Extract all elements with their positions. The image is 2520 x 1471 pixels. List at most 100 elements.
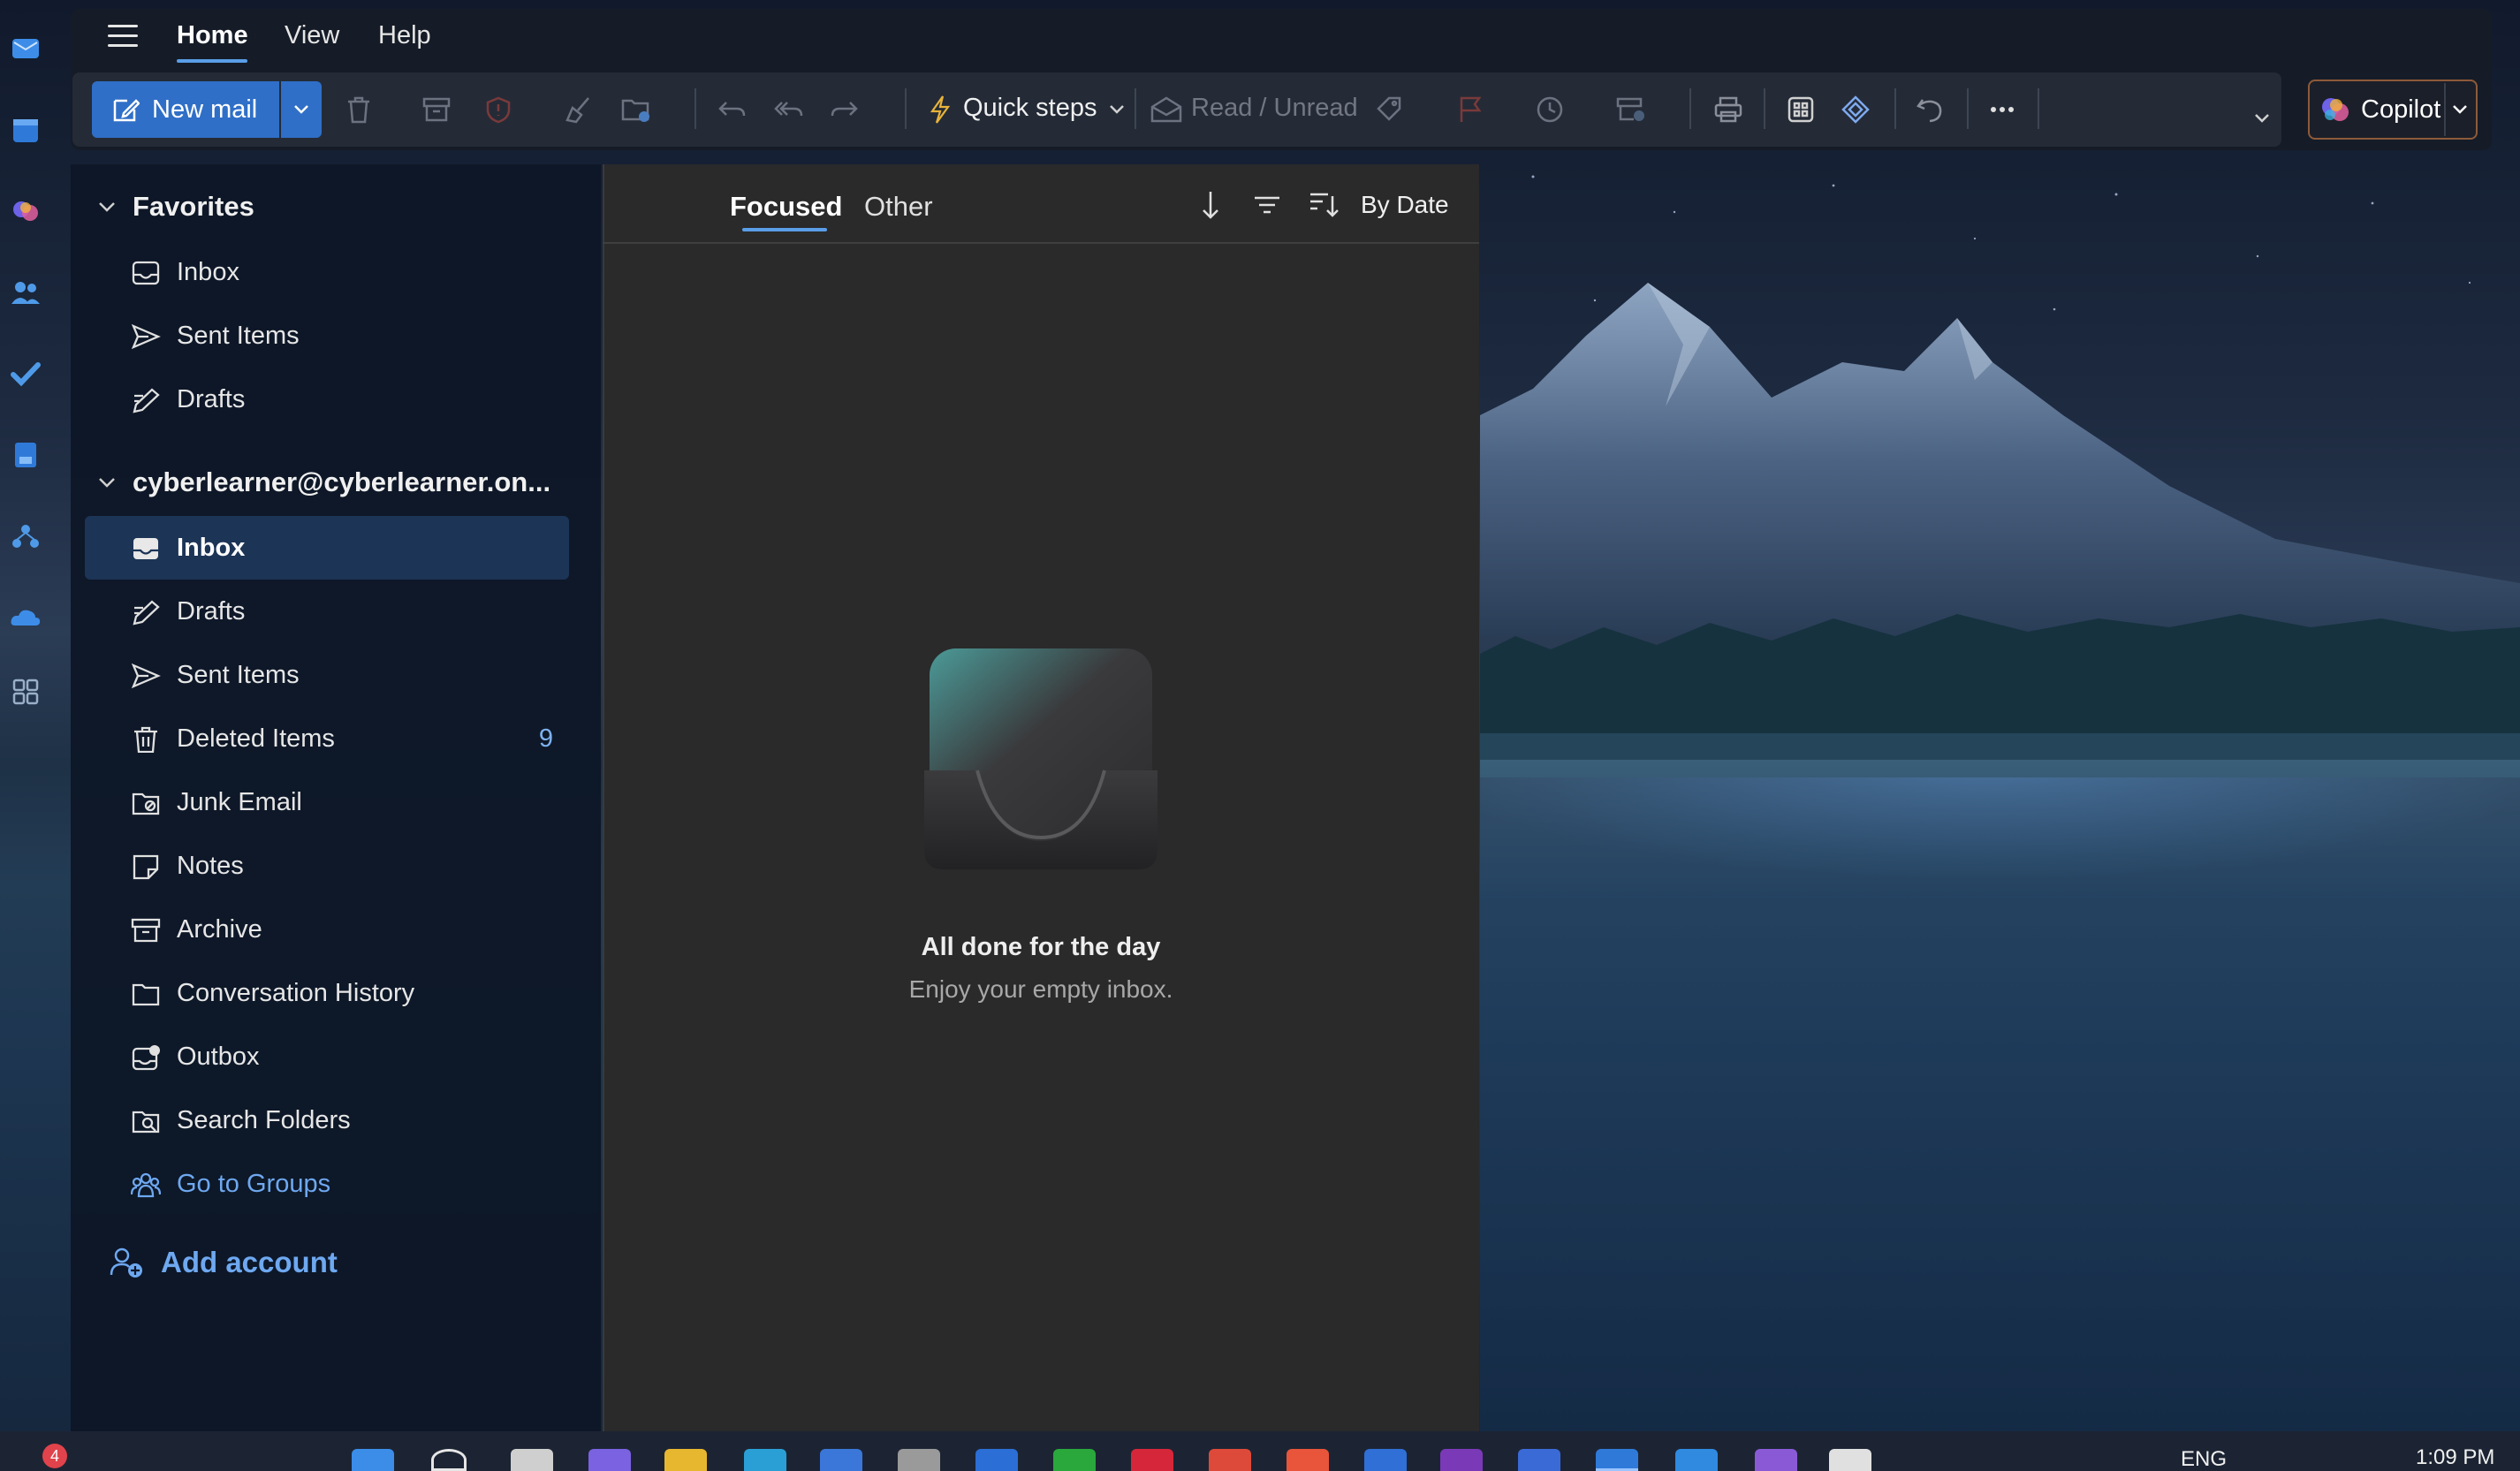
undo-icon[interactable] [714, 90, 749, 129]
outlook-taskbar-icon[interactable] [1596, 1449, 1638, 1471]
todo-app-icon[interactable] [9, 357, 42, 390]
task-view-icon[interactable] [511, 1449, 553, 1471]
move-to-icon[interactable] [619, 90, 654, 129]
chevron-down-icon [99, 478, 115, 488]
calendar-app-taskbar-icon[interactable] [1829, 1449, 1871, 1471]
search-icon[interactable] [431, 1449, 467, 1471]
toolbar-separator [1135, 88, 1136, 129]
folder-label: Inbox [177, 257, 239, 286]
security-app-icon[interactable] [898, 1449, 940, 1471]
vscode-icon[interactable] [1675, 1449, 1718, 1471]
new-mail-button[interactable]: New mail [92, 81, 279, 138]
favorites-item-sent-items[interactable]: Sent Items [85, 304, 569, 368]
tab-view[interactable]: View [285, 21, 339, 50]
chrome-icon[interactable] [1209, 1449, 1251, 1471]
folder-item-junk-email[interactable]: Junk Email [85, 770, 569, 834]
toolbar-separator [1764, 88, 1765, 129]
read-unread-button[interactable]: Read / Unread [1191, 94, 1358, 123]
folder-item-deleted-items[interactable]: Deleted Items 9 [85, 707, 569, 770]
apps-grid-icon[interactable] [1783, 90, 1818, 129]
chrome-profile-icon[interactable] [1364, 1449, 1407, 1471]
go-to-groups-link[interactable]: Go to Groups [85, 1152, 569, 1216]
sweep-icon[interactable] [560, 90, 596, 129]
dev-tool-icon[interactable] [975, 1449, 1018, 1471]
sort-by-date-button[interactable]: By Date [1361, 191, 1449, 219]
clock-time[interactable]: 1:09 PM [2416, 1445, 2494, 1470]
hamburger-menu-icon[interactable] [108, 25, 138, 51]
report-icon[interactable] [481, 90, 516, 129]
favorites-header-label: Favorites [133, 191, 254, 222]
tab-help[interactable]: Help [378, 21, 431, 50]
archive-icon[interactable] [419, 90, 454, 129]
store-icon[interactable] [820, 1449, 862, 1471]
start-button-icon[interactable] [352, 1449, 394, 1471]
folder-item-archive[interactable]: Archive [85, 898, 569, 961]
tag-icon[interactable] [1371, 90, 1407, 129]
language-indicator[interactable]: ENG [2181, 1447, 2227, 1471]
more-options-icon[interactable] [1985, 90, 2020, 129]
favorites-item-drafts[interactable]: Drafts [85, 368, 569, 431]
viva-insights-icon[interactable] [1838, 90, 1873, 129]
notification-badge: 4 [42, 1444, 67, 1468]
folder-item-sent-items[interactable]: Sent Items [85, 643, 569, 707]
folder-label: Sent Items [177, 660, 300, 689]
undo-action-icon[interactable] [1912, 90, 1947, 129]
pivot-other[interactable]: Other [864, 191, 933, 223]
inbox-icon [132, 261, 160, 285]
xbox-icon[interactable] [1053, 1449, 1096, 1471]
account-header[interactable]: cyberlearner@cyberlearner.on... [97, 466, 550, 498]
sort-icon[interactable] [1306, 186, 1341, 224]
onedrive-app-icon[interactable] [9, 601, 42, 634]
pivot-focused-indicator [742, 228, 827, 231]
toolbar-separator [1894, 88, 1896, 129]
reply-all-icon[interactable] [770, 90, 806, 129]
folder-item-notes[interactable]: Notes [85, 834, 569, 898]
drafts-icon [133, 600, 160, 626]
folder-item-conversation-history[interactable]: Conversation History [85, 961, 569, 1025]
copilot-app-icon[interactable] [9, 194, 42, 228]
pivot-focused[interactable]: Focused [730, 191, 842, 223]
brave-browser-icon[interactable] [1287, 1449, 1329, 1471]
visual-studio-icon[interactable] [1755, 1449, 1797, 1471]
favorites-header[interactable]: Favorites [97, 191, 254, 223]
quick-steps-chevron-down-icon[interactable] [1099, 90, 1135, 129]
folder-label: Conversation History [177, 978, 415, 1007]
delete-icon[interactable] [341, 90, 376, 129]
mail-app-icon[interactable] [9, 30, 42, 64]
folder-item-outbox[interactable]: Outbox [85, 1025, 569, 1088]
expand-ribbon-chevron-down-icon[interactable] [2244, 99, 2280, 138]
junk-icon [132, 792, 160, 815]
forward-icon[interactable] [827, 90, 862, 129]
org-chart-app-icon[interactable] [9, 519, 42, 553]
add-account-button[interactable]: Add account [110, 1246, 338, 1279]
sort-direction-arrow-icon[interactable] [1193, 186, 1228, 224]
document-app-icon[interactable] [1518, 1449, 1560, 1471]
folder-item-search-folders[interactable]: Search Folders [85, 1088, 569, 1152]
onenote-icon[interactable] [1440, 1449, 1483, 1471]
print-icon[interactable] [1711, 90, 1746, 129]
quick-steps-lightning-icon[interactable] [922, 90, 958, 129]
flag-icon[interactable] [1453, 90, 1488, 129]
calendar-app-icon[interactable] [9, 113, 42, 147]
edge-browser-icon[interactable] [744, 1449, 786, 1471]
people-app-icon[interactable] [9, 276, 42, 309]
folder-item-drafts[interactable]: Drafts [85, 580, 569, 643]
tab-home[interactable]: Home [177, 21, 248, 50]
envelope-open-icon[interactable] [1149, 90, 1184, 129]
toolbar-separator [1967, 88, 1969, 129]
files-app-icon[interactable] [9, 438, 42, 472]
toolbar-separator [1689, 88, 1691, 129]
copilot-dropdown-button[interactable] [2444, 83, 2474, 136]
rules-icon[interactable] [1613, 90, 1649, 129]
favorites-item-inbox[interactable]: Inbox [85, 240, 569, 304]
more-apps-icon[interactable] [9, 675, 42, 709]
file-explorer-icon[interactable] [664, 1449, 707, 1471]
media-app-icon[interactable] [1131, 1449, 1173, 1471]
copilot-taskbar-icon[interactable] [588, 1449, 631, 1471]
snooze-clock-icon[interactable] [1532, 90, 1567, 129]
new-mail-dropdown-button[interactable] [281, 81, 322, 138]
folder-item-inbox[interactable]: Inbox [85, 516, 569, 580]
filter-icon[interactable] [1249, 186, 1285, 224]
folder-label: Deleted Items [177, 724, 335, 753]
quick-steps-button[interactable]: Quick steps [963, 94, 1097, 123]
